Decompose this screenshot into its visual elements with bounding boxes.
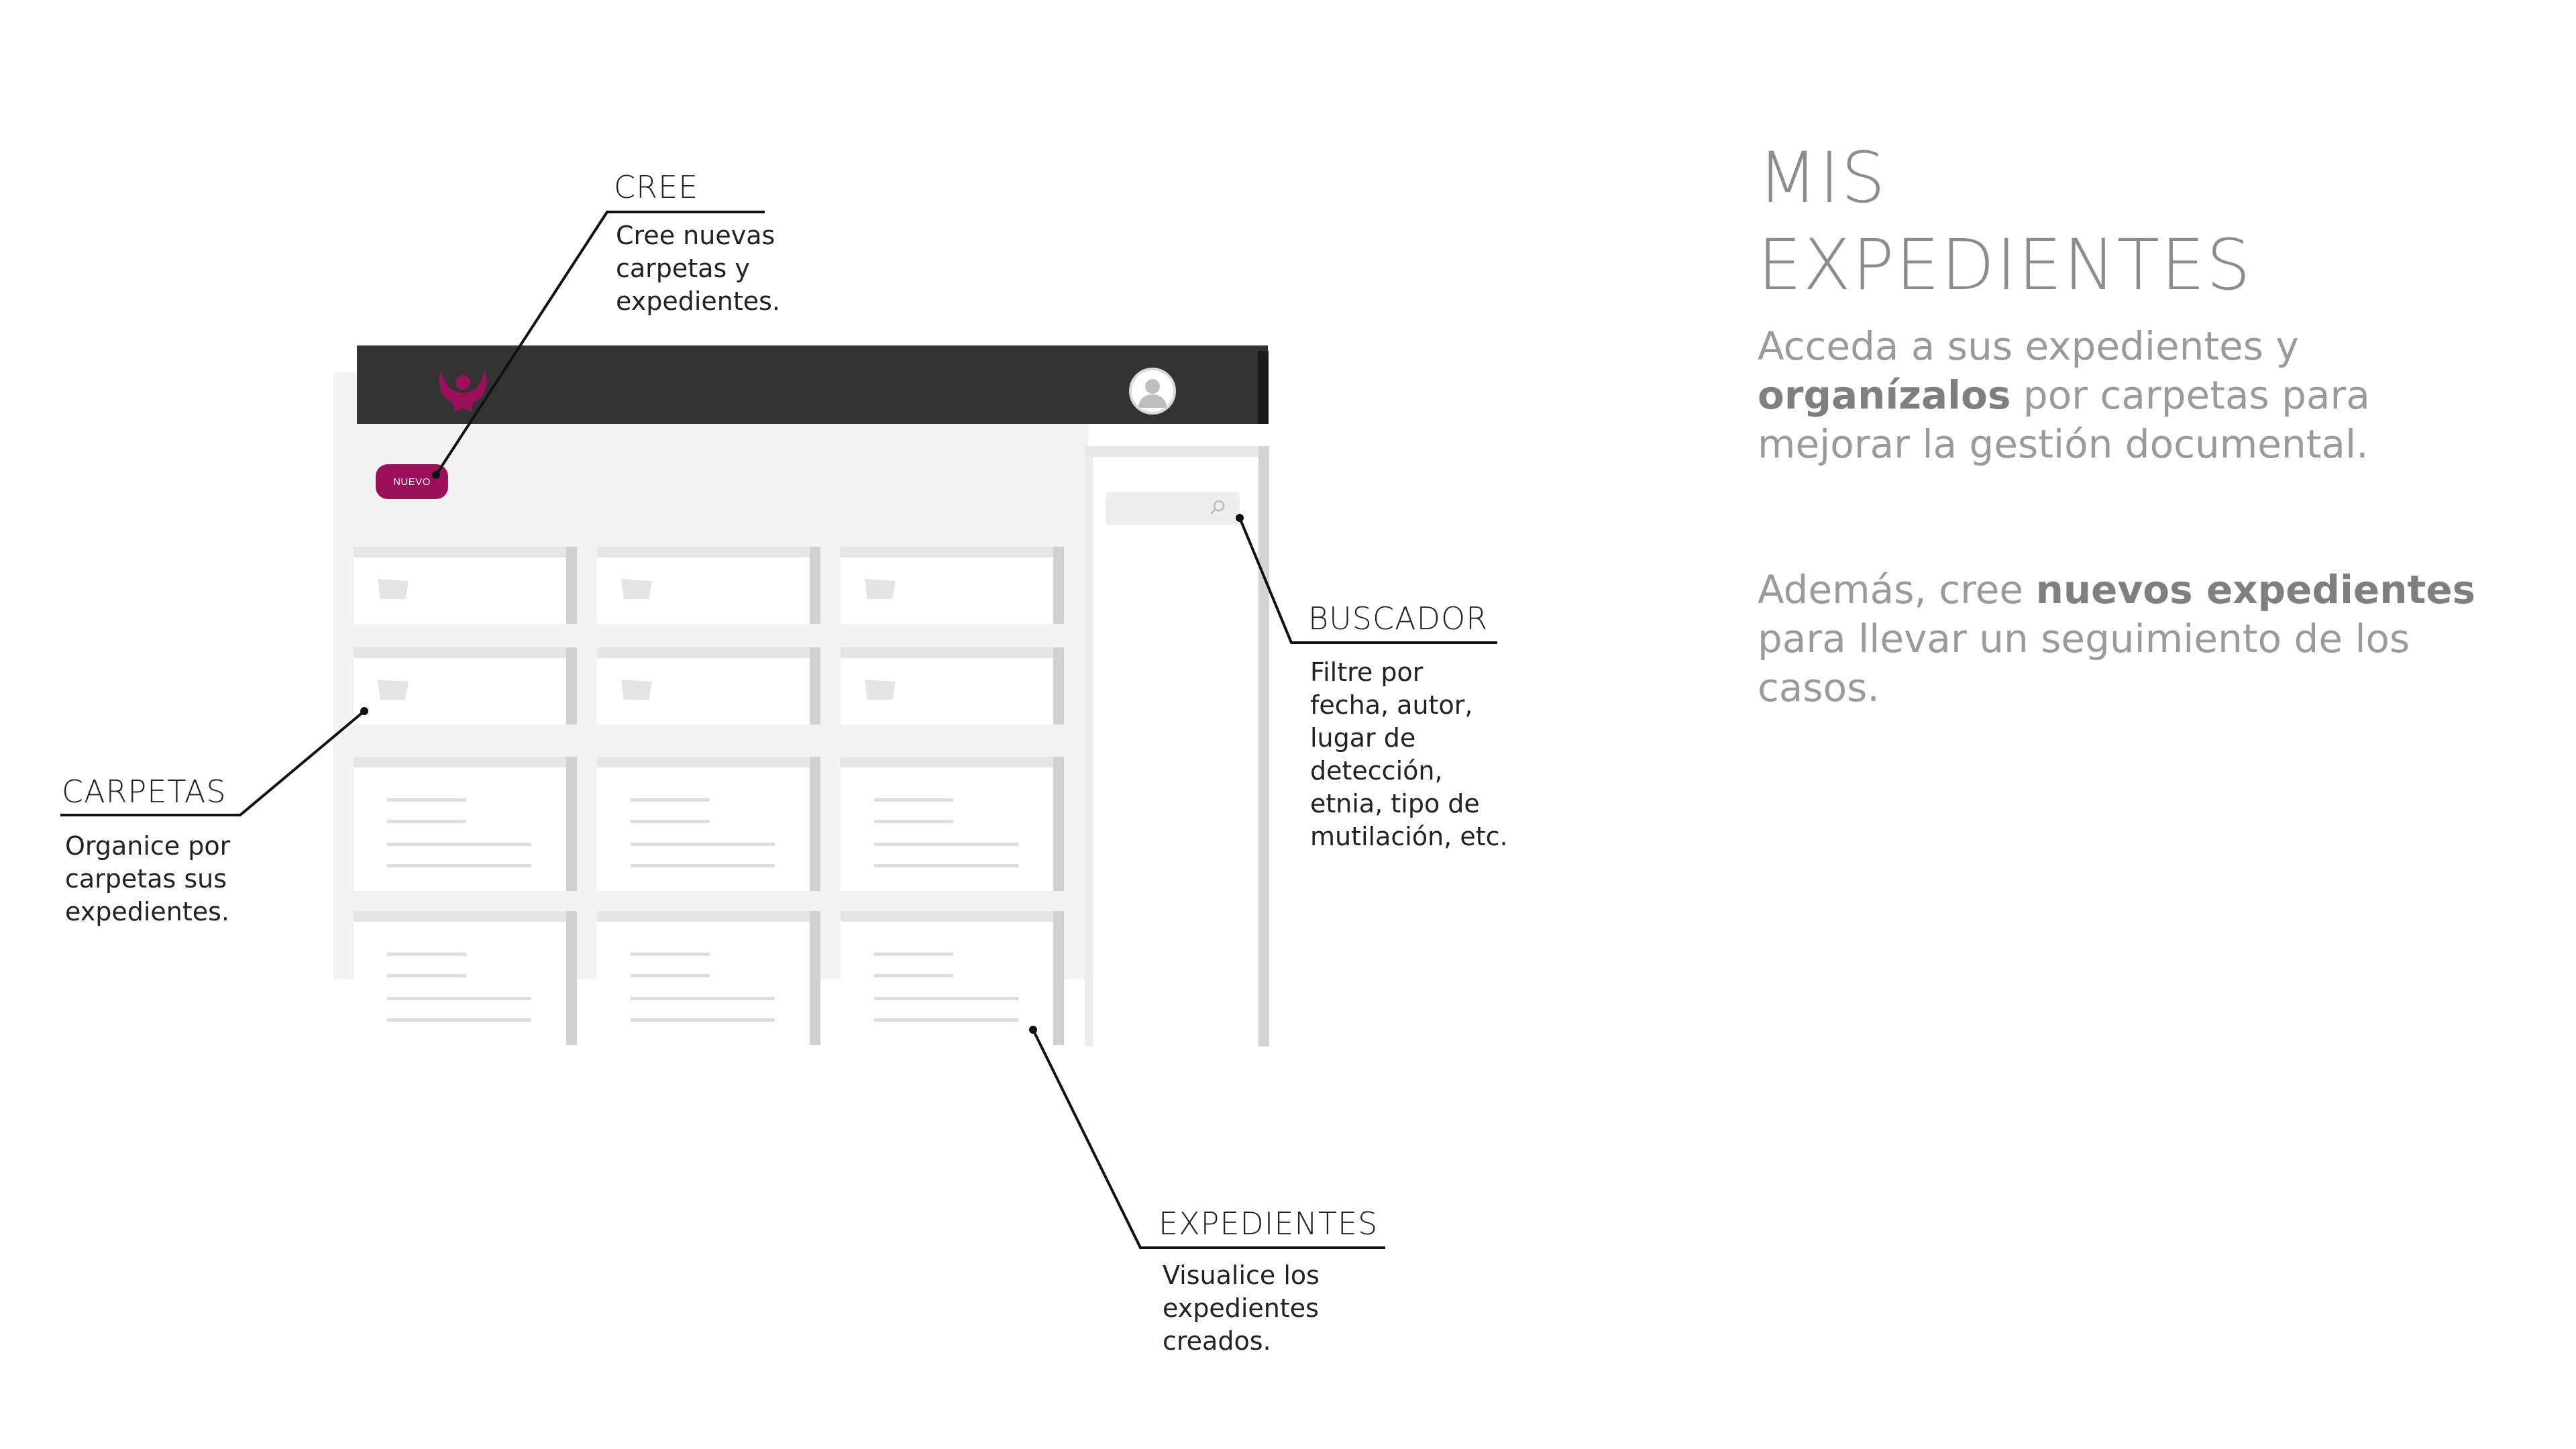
callout-line: Visualice los	[1163, 1260, 1320, 1290]
callout-line: mutilación, etc.	[1310, 822, 1508, 851]
callout-expedientes-desc: Visualice los expedientes creados.	[1163, 1259, 1320, 1358]
page-title-line: MIS	[1758, 137, 1887, 219]
intro-bold-text: organízalos	[1758, 372, 2011, 418]
intro-bold-text: nuevos expedientes	[2035, 567, 2476, 612]
callout-line: Organice por	[65, 831, 231, 861]
callout-line: expedientes	[1163, 1293, 1319, 1323]
callout-expedientes-title: EXPEDIENTES	[1159, 1205, 1379, 1242]
callout-carpetas-title: CARPETAS	[62, 773, 227, 810]
callout-line: expedientes.	[616, 286, 780, 316]
callout-line: etnia, tipo de	[1310, 789, 1480, 818]
callout-line: carpetas y	[616, 254, 750, 283]
callout-line: carpetas sus	[65, 864, 227, 894]
intro-text: para llevar un seguimiento de los casos.	[1758, 616, 2410, 710]
callout-line: detección,	[1310, 756, 1443, 786]
page-title: MIS EXPEDIENTES	[1758, 134, 2496, 309]
callout-buscador-title: BUSCADOR	[1308, 600, 1489, 637]
callout-line: lugar de	[1310, 723, 1416, 753]
callout-line: Cree nuevas	[616, 221, 775, 250]
callout-cree-desc: Cree nuevas carpetas y expedientes.	[616, 219, 780, 318]
callout-line: expedientes.	[65, 897, 229, 926]
callout-line: fecha, autor,	[1310, 690, 1473, 720]
page-title-line: EXPEDIENTES	[1758, 224, 2252, 306]
intro-text: Además, cree	[1758, 567, 2036, 612]
callout-buscador-desc: Filtre por fecha, autor, lugar de detecc…	[1310, 656, 1508, 853]
callout-carpetas-desc: Organice por carpetas sus expedientes.	[65, 830, 230, 928]
intro-text: Acceda a sus expedientes y	[1758, 323, 2299, 369]
callout-line: Filtre por	[1310, 657, 1424, 687]
callout-line: creados.	[1163, 1326, 1271, 1356]
intro-paragraph-2: Además, cree nuevos expedientes para lle…	[1758, 566, 2496, 712]
callout-cree-title: CREE	[614, 169, 699, 205]
intro-paragraph-1: Acceda a sus expedientes y organízalos p…	[1758, 322, 2496, 469]
